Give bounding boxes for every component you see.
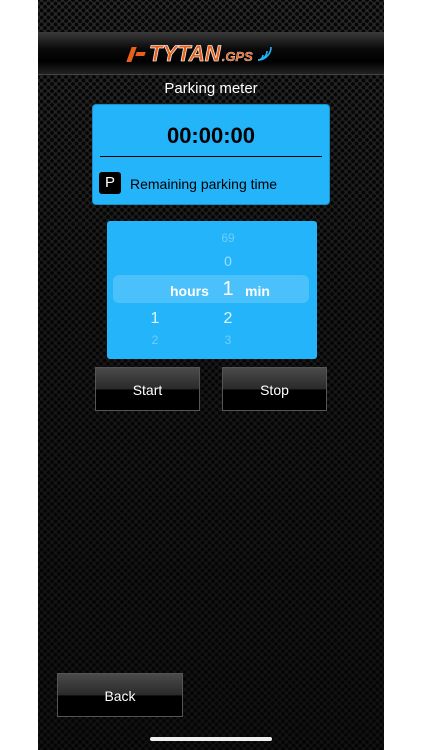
min-wheel-above-1[interactable]: 0 — [213, 253, 243, 269]
timer-caption: Remaining parking time — [130, 176, 278, 192]
min-wheel-above-2[interactable]: 69 — [213, 231, 243, 245]
app-header: TYTAN .GPS — [38, 32, 384, 75]
start-button[interactable]: Start — [95, 367, 200, 411]
brand-mark-icon — [126, 45, 146, 63]
app-screen: TYTAN .GPS Parking meter 00:00:00 P Rema… — [38, 0, 384, 750]
page-title: Parking meter — [164, 80, 258, 97]
hours-wheel-below-1[interactable]: 1 — [140, 310, 170, 328]
back-button[interactable]: Back — [57, 673, 183, 717]
timer-value: 00:00:00 — [166, 123, 256, 148]
picker-selection-band — [113, 275, 309, 303]
signal-waves-icon — [257, 46, 272, 61]
timer-divider — [100, 156, 322, 157]
home-indicator[interactable] — [150, 737, 272, 741]
min-wheel-selected[interactable]: 1 — [213, 278, 243, 301]
hours-wheel-below-2[interactable]: 2 — [140, 333, 170, 347]
duration-picker[interactable]: 1 2 hours 69 0 1 2 3 min — [107, 221, 317, 359]
stop-button[interactable]: Stop — [222, 367, 327, 411]
logo-suffix: .GPS — [221, 48, 253, 64]
min-wheel-below-1[interactable]: 2 — [213, 310, 243, 328]
logo-text: TYTAN — [149, 41, 221, 67]
hours-unit-label: hours — [170, 283, 209, 299]
min-wheel-below-2[interactable]: 3 — [213, 333, 243, 347]
parking-icon: P — [99, 172, 121, 194]
brand-logo: TYTAN .GPS — [126, 40, 296, 68]
min-unit-label: min — [245, 283, 270, 299]
remaining-time-card: 00:00:00 P Remaining parking time — [93, 105, 329, 204]
